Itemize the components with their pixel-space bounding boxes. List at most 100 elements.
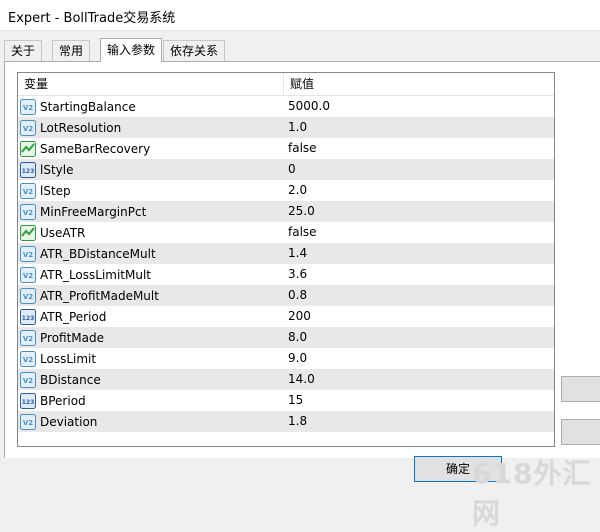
parameter-name-cell: V2 ATR_BDistanceMult [18, 243, 284, 264]
parameter-name: Deviation [40, 414, 98, 429]
load-button[interactable] [561, 376, 600, 402]
parameter-value[interactable]: 15 [284, 390, 554, 411]
parameter-name-cell: V2 Deviation [18, 411, 284, 432]
tab-about[interactable]: 关于 [4, 40, 43, 61]
svg-text:V2: V2 [23, 356, 33, 364]
table-header: 变量 赋值 [18, 73, 554, 96]
table-row[interactable]: V2 ATR_ProfitMadeMult 0.8 [18, 285, 554, 306]
integer-icon: 123 [20, 161, 36, 178]
parameter-name-cell: UseATR [18, 222, 284, 243]
svg-text:V2: V2 [23, 104, 33, 112]
parameter-name-cell: V2 LotResolution [18, 117, 284, 138]
parameter-value[interactable]: 8.0 [284, 327, 554, 348]
table-row[interactable]: 123 BPeriod 15 [18, 390, 554, 411]
parameter-value[interactable]: 0 [284, 159, 554, 180]
parameter-name-cell: 123 BPeriod [18, 390, 284, 411]
parameter-value[interactable]: 25.0 [284, 201, 554, 222]
svg-text:V2: V2 [23, 419, 33, 427]
integer-icon: 123 [20, 392, 36, 409]
double-value-icon: V2 [20, 287, 36, 304]
column-header-value[interactable]: 赋值 [284, 73, 554, 95]
parameter-name-cell: SameBarRecovery [18, 138, 284, 159]
parameter-name: lStyle [40, 162, 74, 177]
svg-text:V2: V2 [23, 293, 33, 301]
svg-text:V2: V2 [23, 377, 33, 385]
parameters-table: 变量 赋值 V2 StartingBalance 5000.0 V2 LotResolu… [17, 72, 555, 447]
svg-text:123: 123 [22, 399, 35, 406]
table-row[interactable]: V2 LotResolution 1.0 [18, 117, 554, 138]
parameter-name-cell: V2 LossLimit [18, 348, 284, 369]
parameter-name: LotResolution [40, 120, 122, 135]
parameter-name: ATR_Period [40, 309, 107, 324]
save-button[interactable] [561, 419, 600, 445]
tab-panel-inputs: 变量 赋值 V2 StartingBalance 5000.0 V2 LotResolu… [4, 61, 600, 458]
parameter-name-cell: V2 MinFreeMarginPct [18, 201, 284, 222]
window-title: Expert - BollTrade交易系统 [8, 11, 176, 26]
parameter-name-cell: 123 ATR_Period [18, 306, 284, 327]
double-value-icon: V2 [20, 266, 36, 283]
double-value-icon: V2 [20, 182, 36, 199]
parameter-value[interactable]: 1.4 [284, 243, 554, 264]
watermark: 618外汇网 [472, 457, 592, 530]
double-value-icon: V2 [20, 119, 36, 136]
double-value-icon: V2 [20, 98, 36, 115]
parameter-value[interactable]: 1.8 [284, 411, 554, 432]
boolean-icon [20, 140, 36, 157]
parameter-name: BPeriod [40, 393, 86, 408]
parameter-name: SameBarRecovery [40, 141, 151, 156]
svg-text:V2: V2 [23, 125, 33, 133]
parameter-name-cell: V2 BDistance [18, 369, 284, 390]
parameter-name: BDistance [40, 372, 101, 387]
svg-text:V2: V2 [23, 188, 33, 196]
table-row[interactable]: SameBarRecovery false [18, 138, 554, 159]
svg-text:123: 123 [22, 315, 35, 322]
parameter-value[interactable]: 3.6 [284, 264, 554, 285]
parameter-value[interactable]: 0.8 [284, 285, 554, 306]
table-row[interactable]: V2 MinFreeMarginPct 25.0 [18, 201, 554, 222]
double-value-icon: V2 [20, 329, 36, 346]
table-row[interactable]: UseATR false [18, 222, 554, 243]
parameter-value[interactable]: 9.0 [284, 348, 554, 369]
column-header-variable[interactable]: 变量 [18, 73, 284, 95]
table-body: V2 StartingBalance 5000.0 V2 LotResolution 1.… [18, 96, 554, 432]
parameter-name: ATR_LossLimitMult [40, 267, 152, 282]
parameter-value[interactable]: 14.0 [284, 369, 554, 390]
double-value-icon: V2 [20, 413, 36, 430]
table-row[interactable]: V2 Deviation 1.8 [18, 411, 554, 432]
svg-text:123: 123 [22, 168, 35, 175]
table-row[interactable]: V2 lStep 2.0 [18, 180, 554, 201]
tab-inputs[interactable]: 输入参数 [100, 38, 163, 62]
table-row[interactable]: V2 ATR_LossLimitMult 3.6 [18, 264, 554, 285]
double-value-icon: V2 [20, 203, 36, 220]
parameter-name-cell: V2 ProfitMade [18, 327, 284, 348]
parameter-name: ProfitMade [40, 330, 105, 345]
parameter-value[interactable]: 2.0 [284, 180, 554, 201]
parameter-value[interactable]: 5000.0 [284, 96, 554, 117]
parameter-name-cell: V2 ATR_ProfitMadeMult [18, 285, 284, 306]
tab-dependencies[interactable]: 依存关系 [163, 40, 226, 61]
parameter-value[interactable]: 200 [284, 306, 554, 327]
parameter-name: StartingBalance [40, 99, 136, 114]
parameter-value[interactable]: false [284, 138, 554, 159]
parameter-value[interactable]: false [284, 222, 554, 243]
parameter-name: lStep [40, 183, 71, 198]
boolean-icon [20, 224, 36, 241]
svg-text:V2: V2 [23, 335, 33, 343]
parameter-name: LossLimit [40, 351, 97, 366]
table-row[interactable]: 123 lStyle 0 [18, 159, 554, 180]
parameter-name: MinFreeMarginPct [40, 204, 147, 219]
tab-common[interactable]: 常用 [52, 40, 91, 61]
double-value-icon: V2 [20, 245, 36, 262]
table-row[interactable]: V2 ATR_BDistanceMult 1.4 [18, 243, 554, 264]
double-value-icon: V2 [20, 350, 36, 367]
table-row[interactable]: V2 LossLimit 9.0 [18, 348, 554, 369]
table-row[interactable]: V2 ProfitMade 8.0 [18, 327, 554, 348]
table-row[interactable]: V2 StartingBalance 5000.0 [18, 96, 554, 117]
parameter-name-cell: V2 ATR_LossLimitMult [18, 264, 284, 285]
table-row[interactable]: 123 ATR_Period 200 [18, 306, 554, 327]
svg-text:V2: V2 [23, 251, 33, 259]
parameter-value[interactable]: 1.0 [284, 117, 554, 138]
parameter-name-cell: V2 lStep [18, 180, 284, 201]
parameter-name: ATR_BDistanceMult [40, 246, 156, 261]
table-row[interactable]: V2 BDistance 14.0 [18, 369, 554, 390]
